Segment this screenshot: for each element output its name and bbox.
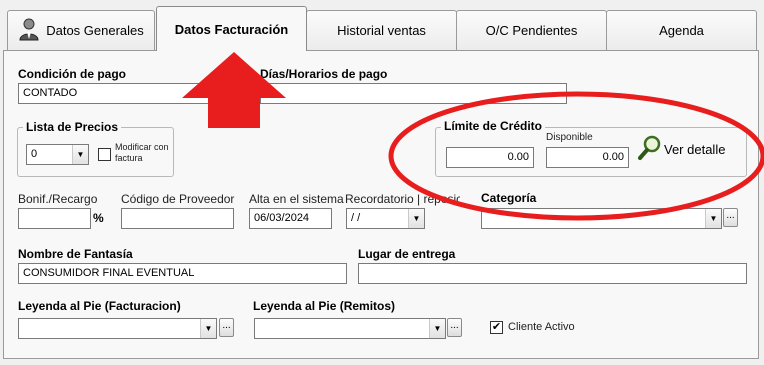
disponible-label: Disponible bbox=[546, 132, 593, 143]
leyenda-remitos-label: Leyenda al Pie (Remitos) bbox=[253, 299, 396, 313]
magnifier-icon bbox=[638, 135, 662, 164]
cliente-activo-label: Cliente Activo bbox=[508, 321, 575, 333]
tab-label: Datos Generales bbox=[46, 23, 144, 38]
tab-agenda[interactable]: Agenda bbox=[606, 10, 757, 50]
chevron-down-icon[interactable]: ▼ bbox=[72, 145, 88, 164]
tab-datos-facturacion[interactable]: Datos Facturación bbox=[156, 6, 307, 51]
ver-detalle-button[interactable]: Ver detalle bbox=[638, 135, 725, 164]
categoria-more-button[interactable]: ... bbox=[723, 208, 738, 227]
dias-horarios-label: Días/Horarios de pago bbox=[260, 67, 388, 81]
ver-detalle-label: Ver detalle bbox=[664, 142, 726, 157]
user-icon bbox=[18, 17, 40, 44]
lugar-entrega-label: Lugar de entrega bbox=[358, 247, 456, 261]
chevron-down-icon[interactable]: ▼ bbox=[429, 319, 445, 338]
tab-label: Datos Facturación bbox=[174, 21, 289, 37]
tab-historial-ventas[interactable]: Historial ventas bbox=[306, 10, 457, 50]
limite-credito-title: Límite de Crédito bbox=[441, 119, 546, 133]
lugar-entrega-field[interactable] bbox=[358, 263, 747, 284]
leyenda-remitos-more-button[interactable]: ... bbox=[447, 318, 462, 337]
chevron-down-icon[interactable]: ▼ bbox=[408, 209, 424, 228]
alta-sistema-field[interactable]: 06/03/2024 bbox=[249, 208, 332, 229]
alta-sistema-label: Alta en el sistema bbox=[249, 192, 344, 206]
cliente-activo-checkbox[interactable]: ✔ bbox=[490, 321, 503, 334]
lista-precios-title: Lista de Precios bbox=[23, 120, 122, 134]
modificar-factura-checkbox[interactable] bbox=[98, 148, 111, 161]
nombre-fantasia-label: Nombre de Fantasía bbox=[18, 247, 133, 261]
condicion-pago-label: Condición de pago bbox=[18, 67, 126, 81]
categoria-label: Categoría bbox=[481, 191, 537, 205]
tab-datos-generales[interactable]: Datos Generales bbox=[7, 10, 155, 50]
condicion-pago-field[interactable]: CONTADO bbox=[18, 83, 254, 104]
tab-label: Agenda bbox=[659, 23, 704, 38]
codigo-proveedor-label: Código de Proveedor bbox=[121, 192, 235, 206]
bonif-percent: % bbox=[93, 211, 104, 225]
leyenda-remitos-select[interactable] bbox=[254, 318, 446, 339]
tab-label: O/C Pendientes bbox=[485, 23, 578, 38]
chevron-down-icon[interactable]: ▼ bbox=[705, 209, 721, 228]
nombre-fantasia-field[interactable]: CONSUMIDOR FINAL EVENTUAL bbox=[18, 263, 347, 284]
categoria-select[interactable] bbox=[481, 208, 722, 229]
leyenda-facturacion-select[interactable] bbox=[18, 318, 217, 339]
facturacion-panel: Condición de pago CONTADO Días/Horarios … bbox=[3, 50, 759, 359]
leyenda-facturacion-more-button[interactable]: ... bbox=[219, 318, 234, 337]
limite-credito-field[interactable]: 0.00 bbox=[446, 147, 534, 168]
bonif-field[interactable] bbox=[18, 208, 91, 229]
tab-label: Historial ventas bbox=[337, 23, 426, 38]
tab-oc-pendientes[interactable]: O/C Pendientes bbox=[456, 10, 607, 50]
chevron-down-icon[interactable]: ▼ bbox=[200, 319, 216, 338]
modificar-factura-label: Modificar con factura bbox=[115, 142, 169, 163]
disponible-field: 0.00 bbox=[546, 147, 629, 168]
leyenda-facturacion-label: Leyenda al Pie (Facturacion) bbox=[18, 299, 181, 313]
dias-horarios-field[interactable] bbox=[260, 83, 567, 104]
bonif-label: Bonif./Recargo bbox=[18, 192, 98, 206]
codigo-proveedor-field[interactable] bbox=[121, 208, 234, 229]
recordatorio-label: Recordatorio | reposición bbox=[345, 192, 460, 206]
